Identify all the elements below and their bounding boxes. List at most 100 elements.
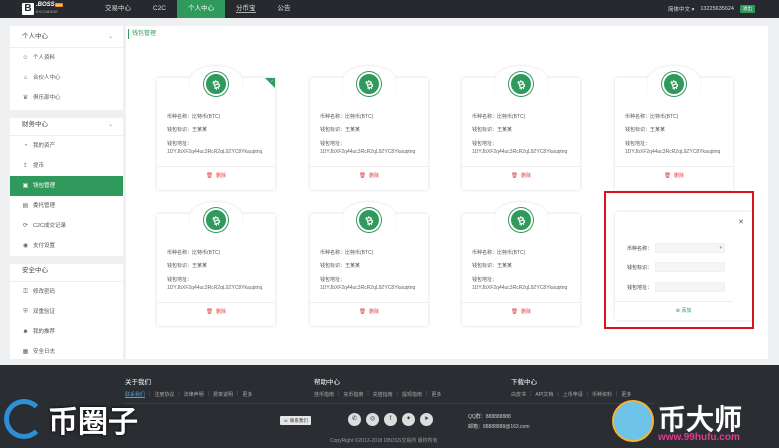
wallet-address: 1DYJbXF2q44uc3RcR2qL9ZYC8Ykauptnq — [167, 149, 263, 155]
watermark-left: 币圈子 — [4, 397, 138, 441]
language-select[interactable]: 简体中文 ▾ — [668, 5, 694, 13]
contact-us-button[interactable]: ☏ 联系我们 — [280, 416, 311, 425]
wallet-address: 1DYJbXF2q44uc3RcR2qL9ZYC8Ykauptnq — [472, 149, 568, 155]
wallet-tag: 钱包标识：王某某 — [320, 127, 361, 133]
footer-link[interactable]: 白皮书 — [511, 391, 526, 398]
footer-about-links: 联系我们 | 注册协议 | 法律声明 | 费率说明 | 更多 — [125, 391, 253, 398]
footer-link[interactable]: 费率说明 — [213, 391, 233, 398]
coin-name: 币种名称：比特币(BTC) — [472, 114, 526, 120]
delete-button[interactable]: 🗑 删除 — [310, 172, 428, 179]
delete-button[interactable]: 🗑 删除 — [157, 172, 275, 179]
logo-subtitle: EXCHANGE — [36, 10, 59, 14]
coin-badge — [357, 72, 381, 96]
nav-fenbibao[interactable]: 分币宝 — [225, 0, 267, 18]
wallet-tag: 钱包标识：王某某 — [167, 127, 208, 133]
sidebar-item-two-factor[interactable]: ⛨ 双重验证 — [10, 302, 123, 322]
user-phone[interactable]: 13225635624 — [700, 6, 734, 12]
sidebar-group-security: 安全中心 ⚿ 修改密码 ⛨ 双重验证 ☻ 我的推荐 ▦ 安全日志 — [10, 260, 123, 362]
delete-button[interactable]: 🗑 删除 — [157, 308, 275, 315]
bitcoin-icon — [364, 215, 373, 226]
footer-link[interactable]: 充币指南 — [343, 391, 363, 398]
chevron-down-icon: ⌄ — [107, 122, 113, 128]
wechat-icon[interactable]: ✆ — [348, 413, 361, 426]
watermark-right-url: www.99hufu.com — [658, 432, 740, 443]
nav-announcements[interactable]: 公告 — [267, 0, 302, 18]
payment-icon: ◉ — [22, 242, 29, 249]
wallet-address-label: 钱包地址： — [167, 277, 193, 283]
wallet-card: 币种名称：比特币(BTC) 钱包标识：王某某 钱包地址： 1DYJbXF2q44uc3… — [157, 202, 275, 326]
sidebar-item-profile[interactable]: ☺ 个人资料 — [10, 48, 123, 68]
footer-link[interactable]: 币种资料 — [592, 391, 612, 398]
nav-trading-center[interactable]: 交易中心 — [94, 0, 142, 18]
coin-badge — [204, 72, 228, 96]
coin-select[interactable] — [655, 243, 725, 253]
telegram-icon[interactable]: ➤ — [420, 413, 433, 426]
sidebar-item-club-center[interactable]: ♛ 俱乐部中心 — [10, 88, 123, 108]
twitter-icon[interactable]: ✦ — [402, 413, 415, 426]
footer-link[interactable]: 法律声明 — [184, 391, 204, 398]
card-divider — [615, 166, 733, 167]
footer-link[interactable]: 注册协议 — [154, 391, 174, 398]
sidebar-item-payment-settings[interactable]: ◉ 支付设置 — [10, 236, 123, 256]
delete-button[interactable]: 🗑 删除 — [615, 172, 733, 179]
delete-button[interactable]: 🗑 删除 — [462, 172, 580, 179]
facebook-icon[interactable]: f — [384, 413, 397, 426]
footer-link[interactable]: 提现指南 — [402, 391, 422, 398]
sidebar-item-wallet-management[interactable]: ▣ 钱包管理 — [10, 176, 123, 196]
footer-link[interactable]: 充值指南 — [373, 391, 393, 398]
footer-link[interactable]: 挂币指南 — [314, 391, 334, 398]
nav-c2c[interactable]: C2C — [142, 0, 177, 18]
wallet-tag-input[interactable] — [655, 262, 725, 272]
weibo-icon[interactable]: ◎ — [366, 413, 379, 426]
sidebar-item-referrals[interactable]: ☻ 我的推荐 — [10, 322, 123, 342]
footer-link[interactable]: 更多 — [621, 391, 631, 398]
wallet-address: 1DYJbXF2q44uc3RcR2qL9ZYC8Ykauptnq — [320, 149, 416, 155]
sidebar-item-partner-center[interactable]: ⌂ 合伙人中心 — [10, 68, 123, 88]
footer-download-title: 下载中心 — [511, 379, 537, 386]
sidebar-group-title[interactable]: 安全中心 — [10, 260, 123, 282]
close-icon[interactable]: ✕ — [738, 218, 744, 226]
card-divider — [310, 166, 428, 167]
brand-logo[interactable]: B .BOSS beta EXCHANGE — [22, 2, 72, 16]
nav-personal-center[interactable]: 个人中心 — [177, 0, 226, 18]
trash-icon: 🗑 — [206, 309, 213, 315]
wallet-address-input[interactable] — [655, 282, 725, 292]
card-divider — [462, 302, 580, 303]
wallet-card: 币种名称：比特币(BTC) 钱包标识：王某某 钱包地址： 1DYJbXF2q44uc3… — [310, 202, 428, 326]
sidebar-item-order-management[interactable]: ▤ 委托管理 — [10, 196, 123, 216]
footer-divider — [124, 403, 654, 404]
home-icon: ⌂ — [23, 74, 28, 81]
chevron-down-icon: ▾ — [691, 7, 695, 13]
footer-link[interactable]: 更多 — [242, 391, 252, 398]
withdraw-icon: ⇪ — [22, 162, 29, 169]
sidebar-group-title[interactable]: 财务中心 ⌄ — [10, 114, 123, 136]
footer-link[interactable]: 上币申请 — [563, 391, 583, 398]
footer-link[interactable]: API文档 — [535, 391, 553, 398]
sidebar-item-my-assets[interactable]: ◔ 我的资产 — [10, 136, 123, 156]
sidebar-item-withdraw[interactable]: ⇪ 提币 — [10, 156, 123, 176]
wallet-address-label: 钱包地址： — [625, 141, 651, 147]
bitcoin-icon — [211, 215, 220, 226]
add-wallet-button[interactable]: ⊕ 添加 — [615, 307, 752, 314]
wallet-tag: 钱包标识：王某某 — [625, 127, 666, 133]
coin-name: 币种名称：比特币(BTC) — [472, 250, 526, 256]
delete-button[interactable]: 🗑 删除 — [462, 308, 580, 315]
footer-download-links: 白皮书 | API文档 | 上币申请 | 币种资料 | 更多 — [511, 391, 632, 398]
delete-button[interactable]: 🗑 删除 — [310, 308, 428, 315]
footer-link[interactable]: 更多 — [431, 391, 441, 398]
bitcoin-icon — [516, 215, 525, 226]
wallet-address: 1DYJbXF2q44uc3RcR2qL9ZYC8Ykauptnq — [625, 149, 721, 155]
wallet-icon: ▣ — [22, 182, 29, 189]
sidebar-group-title[interactable]: 个人中心 ⌄ — [10, 26, 123, 48]
trash-icon: 🗑 — [664, 173, 671, 179]
sidebar-item-c2c-records[interactable]: ⟳ C2C成交记录 — [10, 216, 123, 236]
refresh-icon: ⟳ — [22, 222, 29, 229]
bitcoin-icon — [669, 79, 678, 90]
logout-button[interactable]: 退出 — [740, 5, 755, 13]
coin-name: 币种名称：比特币(BTC) — [167, 114, 221, 120]
sidebar-item-security-log[interactable]: ▦ 安全日志 — [10, 342, 123, 362]
wallet-address-label: 钱包地址： — [472, 277, 498, 283]
sidebar-item-change-password[interactable]: ⚿ 修改密码 — [10, 282, 123, 302]
sidebar-group-finance: 财务中心 ⌄ ◔ 我的资产 ⇪ 提币 ▣ 钱包管理 ▤ 委托管理 ⟳ C2C成交记录 ◉ 支付… — [10, 114, 123, 256]
wallet-card: 币种名称：比特币(BTC) 钱包标识：王某某 钱包地址： 1DYJbXF2q44uc3… — [462, 66, 580, 190]
